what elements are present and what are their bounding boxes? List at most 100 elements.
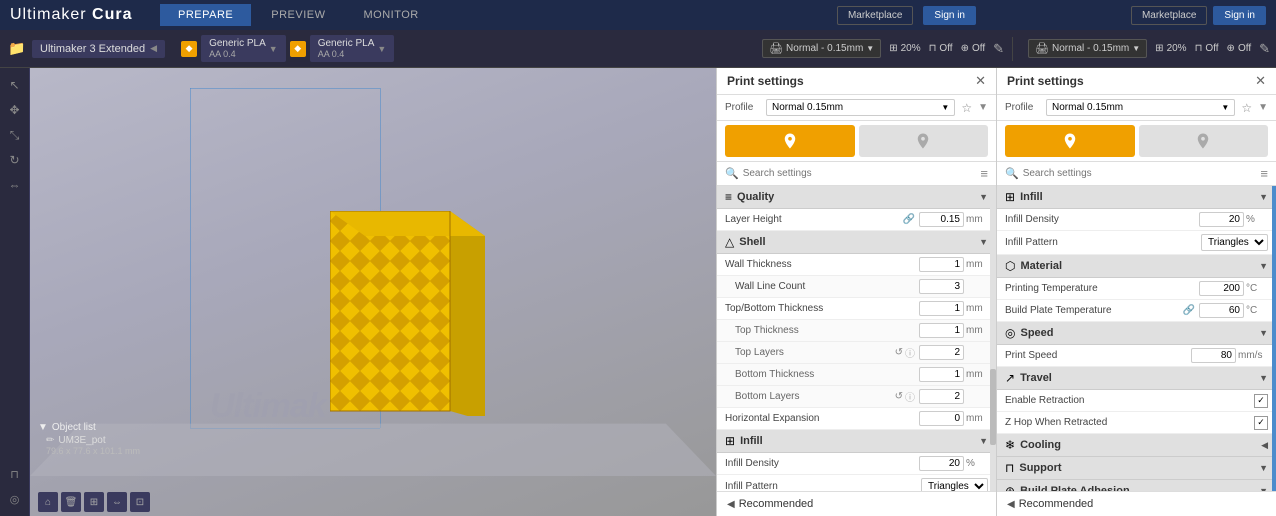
adhesion-selector-right[interactable]: ⊕ Off [1227, 43, 1252, 54]
material2-tab[interactable]: Generic PLA AA 0.4 ▼ [310, 35, 395, 62]
view-home-button[interactable]: ⌂ [38, 492, 58, 512]
left-extruder2-btn[interactable] [859, 125, 989, 157]
right-extruder1-btn[interactable] [1005, 125, 1135, 157]
bottom-layers-reset[interactable]: ↺ [895, 391, 903, 402]
right-infill-pattern-select[interactable]: Triangles [1201, 234, 1268, 251]
infill-density-input[interactable] [919, 456, 964, 471]
left-extruder1-btn[interactable] [725, 125, 855, 157]
right-panel-scrollbar-accent [1272, 186, 1276, 491]
support-selector-right[interactable]: ⊓ Off [1195, 43, 1219, 54]
right-infill-section-header[interactable]: ⊞ Infill ▼ [997, 186, 1276, 209]
left-infill-icon: ⊞ [725, 434, 735, 448]
top-bottom-thickness-input[interactable] [919, 301, 964, 316]
tool-select[interactable]: ↖ [4, 74, 26, 96]
edit-settings-left[interactable]: ✎ [993, 41, 1004, 57]
right-infill-density-row: Infill Density % [997, 209, 1276, 231]
marketplace-button-right[interactable]: Marketplace [1131, 6, 1207, 25]
right-panel-footer[interactable]: ◀ Recommended [997, 491, 1276, 516]
right-support-section-header[interactable]: ⊓ Support ▼ [997, 457, 1276, 480]
3d-object[interactable] [330, 211, 485, 416]
right-material-section-header[interactable]: ⬡ Material ▼ [997, 255, 1276, 278]
object-list-item[interactable]: ✏ UM3E_pot [38, 435, 140, 446]
profile-selector-left[interactable]: 🖨 Normal - 0.15mm ▼ [762, 39, 881, 58]
right-print-speed-input[interactable] [1191, 348, 1236, 363]
right-print-settings-panel: Print settings ✕ Profile Normal 0.15mm ▼… [996, 68, 1276, 516]
right-profile-select[interactable]: Normal 0.15mm ▼ [1046, 99, 1235, 116]
top-layers-info[interactable]: ⓘ [905, 345, 915, 360]
right-printing-temp-input[interactable] [1199, 281, 1244, 296]
infill-selector-right[interactable]: ⊞ 20% [1155, 43, 1186, 54]
support-selector-left[interactable]: ⊓ Off [929, 43, 953, 54]
z-hop-checkbox[interactable]: ✓ [1254, 416, 1268, 430]
tab-prepare[interactable]: PREPARE [160, 4, 251, 26]
enable-retraction-checkbox[interactable]: ✓ [1254, 394, 1268, 408]
right-speed-section-header[interactable]: ◎ Speed ▼ [997, 322, 1276, 345]
layer-height-input[interactable] [919, 212, 964, 227]
left-profile-arrow[interactable]: ▼ [978, 102, 988, 113]
left-panel-close[interactable]: ✕ [975, 73, 986, 89]
infill-selector-left[interactable]: ⊞ 20% [889, 43, 920, 54]
object-list-header[interactable]: ▼ Object list [38, 422, 140, 433]
layer-height-link-icon[interactable]: 🔗 [903, 214, 915, 225]
tab-arrow: ◀ [150, 43, 157, 54]
right-footer-arrow: ◀ [1007, 499, 1015, 510]
right-travel-section-header[interactable]: ↗ Travel ▼ [997, 367, 1276, 390]
right-extruder2-btn[interactable] [1139, 125, 1269, 157]
right-adhesion-section-header[interactable]: ⊕ Build Plate Adhesion ▼ [997, 480, 1276, 491]
top-thickness-input[interactable] [919, 323, 964, 338]
right-cooling-icon: ❄ [1005, 438, 1015, 452]
left-panel-footer[interactable]: ◀ Recommended [717, 491, 996, 516]
right-search-input[interactable] [1023, 168, 1257, 179]
adhesion-selector-left[interactable]: ⊕ Off [961, 43, 986, 54]
tool-move[interactable]: ✥ [4, 99, 26, 121]
view-group-button[interactable]: ⊡ [130, 492, 150, 512]
wall-line-count-row: Wall Line Count [717, 276, 996, 298]
left-profile-select[interactable]: Normal 0.15mm ▼ [766, 99, 955, 116]
left-menu-icon[interactable]: ≡ [980, 166, 988, 181]
printer-folder-icon[interactable]: 📁 [6, 38, 28, 60]
tool-rotate[interactable]: ↻ [4, 149, 26, 171]
marketplace-button[interactable]: Marketplace [837, 6, 913, 25]
sign-in-button[interactable]: Sign in [923, 6, 976, 25]
right-infill-density-input[interactable] [1199, 212, 1244, 227]
left-profile-star[interactable]: ☆ [961, 101, 972, 115]
edit-settings-right[interactable]: ✎ [1259, 41, 1270, 57]
right-panel-close[interactable]: ✕ [1255, 73, 1266, 89]
shell-label: Shell [739, 236, 765, 248]
tool-mirror[interactable]: ⇔ [4, 174, 26, 196]
top-layers-reset[interactable]: ↺ [895, 347, 903, 358]
tab-monitor[interactable]: MONITOR [346, 4, 437, 26]
shell-section-header[interactable]: △ Shell ▼ [717, 231, 996, 254]
top-layers-input[interactable] [919, 345, 964, 360]
tool-support[interactable]: ⊓ [4, 463, 26, 485]
right-profile-arrow[interactable]: ▼ [1258, 102, 1268, 113]
wall-line-count-input[interactable] [919, 279, 964, 294]
infill-pattern-select[interactable]: Triangles [921, 478, 988, 491]
view-arrange-button[interactable]: ⊞ [84, 492, 104, 512]
bottom-layers-input[interactable] [919, 389, 964, 404]
horizontal-expansion-input[interactable] [919, 411, 964, 426]
material1-tab[interactable]: Generic PLA AA 0.4 ▼ [201, 35, 286, 62]
bottom-layers-row: Bottom Layers ↺ ⓘ [717, 386, 996, 408]
tab-preview[interactable]: PREVIEW [253, 4, 343, 26]
tool-seam[interactable]: ◎ [4, 488, 26, 510]
wall-thickness-input[interactable] [919, 257, 964, 272]
view-delete-button[interactable]: 🗑 [61, 492, 81, 512]
right-cooling-section-header[interactable]: ❄ Cooling ◀ [997, 434, 1276, 457]
profile-selector-right[interactable]: 🖨 Normal - 0.15mm ▼ [1028, 39, 1147, 58]
printer-tab[interactable]: Ultimaker 3 Extended ◀ [32, 40, 165, 58]
right-profile-star[interactable]: ☆ [1241, 101, 1252, 115]
right-menu-icon[interactable]: ≡ [1260, 166, 1268, 181]
left-search-input[interactable] [743, 168, 977, 179]
right-build-plate-temp-input[interactable] [1199, 303, 1244, 318]
left-infill-section-header[interactable]: ⊞ Infill ▼ [717, 430, 996, 453]
view-mirror-button[interactable]: ⇔ [107, 492, 127, 512]
sign-in-button-right[interactable]: Sign in [1213, 6, 1266, 25]
quality-section-header[interactable]: ≡ Quality ▼ [717, 186, 996, 209]
right-build-plate-link-icon[interactable]: 🔗 [1183, 305, 1195, 316]
bottom-layers-info[interactable]: ⓘ [905, 389, 915, 404]
object-list: ▼ Object list ✏ UM3E_pot 79.6 x 77.6 x 1… [38, 422, 140, 456]
bottom-thickness-input[interactable] [919, 367, 964, 382]
tool-scale[interactable]: ⤡ [4, 124, 26, 146]
left-footer-label: Recommended [739, 498, 814, 510]
